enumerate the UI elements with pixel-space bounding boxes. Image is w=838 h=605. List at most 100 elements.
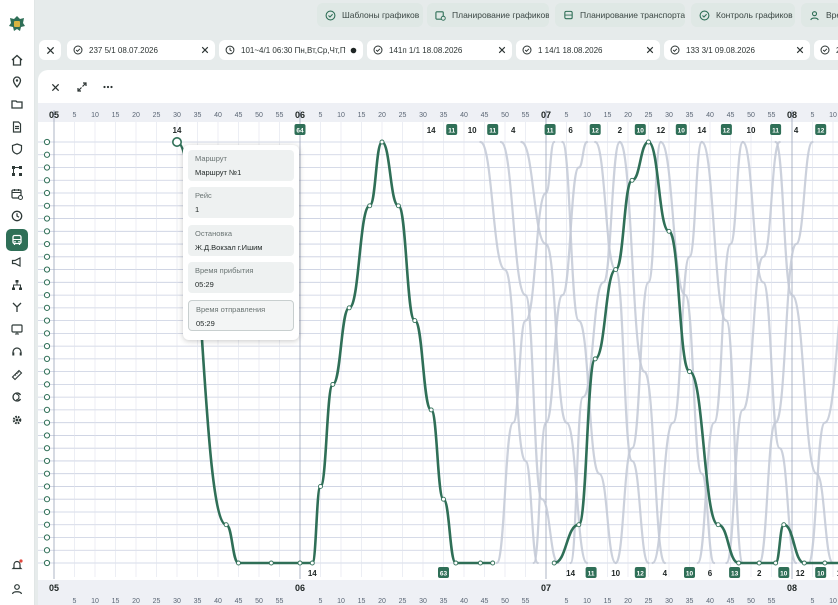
trip-line xyxy=(758,140,814,565)
calendar-clock-icon[interactable] xyxy=(8,185,26,203)
nav-label: Шаблоны графиков xyxy=(342,10,420,20)
stop-marker xyxy=(43,330,51,337)
fork-icon[interactable] xyxy=(8,298,26,316)
minute-tick-label: 35 xyxy=(440,598,448,605)
minute-tick-label: 35 xyxy=(194,112,202,119)
settings-gear-icon[interactable] xyxy=(8,411,26,429)
tab-schedule[interactable]: 2 xyxy=(814,40,838,60)
trip-stop-point xyxy=(592,356,598,362)
graphic-schedule-chart[interactable]: 0505551010151520202525303035354040454550… xyxy=(38,70,838,605)
sync-icon[interactable] xyxy=(8,388,26,406)
minute-tick-label: 50 xyxy=(747,598,755,605)
open-tabs-bar: 237 5/1 08.07.2026 101~4/1 06:30 Пн,Вт,С… xyxy=(36,38,838,62)
user-profile-icon[interactable] xyxy=(8,580,26,598)
close-all-tabs-button[interactable] xyxy=(39,40,61,60)
tooltip-departure-field: Время отправления 05:29 xyxy=(188,300,294,331)
nav-transport-planning-button[interactable]: Планирование транспорта xyxy=(555,3,685,27)
unsaved-dot-icon[interactable] xyxy=(350,47,357,54)
hour-tick-label: 07 xyxy=(541,110,551,120)
minute-tick-label: 30 xyxy=(173,112,181,119)
vehicle-badge-top: 10 xyxy=(468,126,477,135)
vehicle-badge-top: 12 xyxy=(817,128,825,135)
vehicle-badge-bottom: 14 xyxy=(566,569,575,578)
minute-tick-label: 40 xyxy=(706,112,714,119)
minute-tick-label: 15 xyxy=(112,598,120,605)
vehicle-badge-top: 4 xyxy=(511,126,516,135)
minute-tick-label: 45 xyxy=(727,112,735,119)
tab-schedule[interactable]: 133 3/1 09.08.2026 xyxy=(664,40,810,60)
stop-marker xyxy=(43,343,51,350)
trip-stop-point xyxy=(309,560,315,566)
hour-tick-label: 06 xyxy=(295,583,305,593)
trip-stop-point xyxy=(297,560,303,566)
stop-marker xyxy=(43,559,51,567)
tab-schedule[interactable]: 237 5/1 08.07.2026 xyxy=(67,40,215,60)
stop-marker xyxy=(43,432,51,439)
coat-of-arms-logo-icon[interactable] xyxy=(7,14,27,34)
map-pin-icon[interactable] xyxy=(8,73,26,91)
vehicle-badge-top: 11 xyxy=(547,128,554,135)
stop-marker xyxy=(43,445,51,452)
close-tab-icon[interactable] xyxy=(201,46,209,54)
minute-tick-label: 30 xyxy=(665,598,673,605)
route-nodes-icon[interactable] xyxy=(8,162,26,180)
hour-tick-label: 05 xyxy=(49,583,59,593)
document-icon[interactable] xyxy=(8,118,26,136)
notification-bell-icon[interactable] xyxy=(8,556,26,574)
calendar-gear-icon xyxy=(435,10,446,21)
megaphone-icon[interactable] xyxy=(8,253,26,271)
minute-tick-label: 55 xyxy=(522,598,530,605)
nav-schedule-control-button[interactable]: Контроль графиков xyxy=(691,3,795,27)
close-icon xyxy=(46,46,54,54)
close-tab-icon[interactable] xyxy=(498,46,506,54)
stop-marker xyxy=(43,304,51,311)
hierarchy-icon[interactable] xyxy=(8,276,26,294)
clock-icon xyxy=(225,45,235,55)
minute-tick-label: 25 xyxy=(399,112,407,119)
tab-schedule[interactable]: 141п 1/1 18.08.2026 xyxy=(367,40,512,60)
tab-schedule[interactable]: 101~4/1 06:30 Пн,Вт,Ср,Чт,Пт... xyxy=(219,40,363,60)
folder-icon[interactable] xyxy=(8,95,26,113)
home-icon[interactable] xyxy=(8,51,26,69)
minute-tick-label: 15 xyxy=(112,112,120,119)
bus-icon[interactable] xyxy=(6,229,28,251)
vehicle-badge-bottom: 2 xyxy=(757,569,762,578)
tab-label: 1 14/1 18.08.2026 xyxy=(538,45,603,55)
tooltip-route-field: Маршрут Маршрут №1 xyxy=(188,150,294,181)
stop-marker xyxy=(43,291,51,299)
shield-icon[interactable] xyxy=(8,140,26,158)
nav-label: Планирование транспорта xyxy=(580,10,685,20)
tooltip-arrival-label: Время прибытия xyxy=(195,266,254,275)
minute-tick-label: 55 xyxy=(522,112,530,119)
trip-stop-point xyxy=(330,381,336,387)
person-pin-icon xyxy=(810,10,819,20)
stop-marker xyxy=(43,547,51,554)
trip-stop-point xyxy=(715,522,721,528)
close-tab-icon[interactable] xyxy=(796,46,804,54)
minute-tick-label: 40 xyxy=(706,598,714,605)
nav-schedule-templates-button[interactable]: Шаблоны графиков xyxy=(317,3,423,27)
check-circle-icon xyxy=(325,10,336,20)
vehicle-badge-top: 64 xyxy=(296,128,304,135)
nav-schedule-planning-button[interactable]: Планирование графиков xyxy=(427,3,549,27)
vehicle-badge-top: 6 xyxy=(568,126,573,135)
vehicle-badge-bottom: 10 xyxy=(780,571,788,578)
minute-tick-label: 40 xyxy=(460,112,468,119)
trip-stop-point xyxy=(551,560,557,566)
hour-tick-label: 06 xyxy=(295,110,305,120)
minute-tick-label: 15 xyxy=(604,112,612,119)
trip-stop-point xyxy=(801,560,807,566)
nav-time-button[interactable]: Вре xyxy=(801,3,838,27)
minute-tick-label: 30 xyxy=(419,598,427,605)
stop-marker xyxy=(43,496,51,503)
tab-schedule[interactable]: 1 14/1 18.08.2026 xyxy=(516,40,660,60)
clock-icon[interactable] xyxy=(8,207,26,225)
monitor-icon[interactable] xyxy=(8,320,26,338)
close-tab-icon[interactable] xyxy=(646,46,654,54)
vehicle-badge-bottom: 11 xyxy=(588,571,595,578)
minute-tick-label: 20 xyxy=(624,112,632,119)
headset-icon[interactable] xyxy=(8,343,26,361)
stop-marker xyxy=(43,164,51,171)
ruler-icon[interactable] xyxy=(8,366,26,384)
vehicle-badge-bottom: 10 xyxy=(686,571,694,578)
